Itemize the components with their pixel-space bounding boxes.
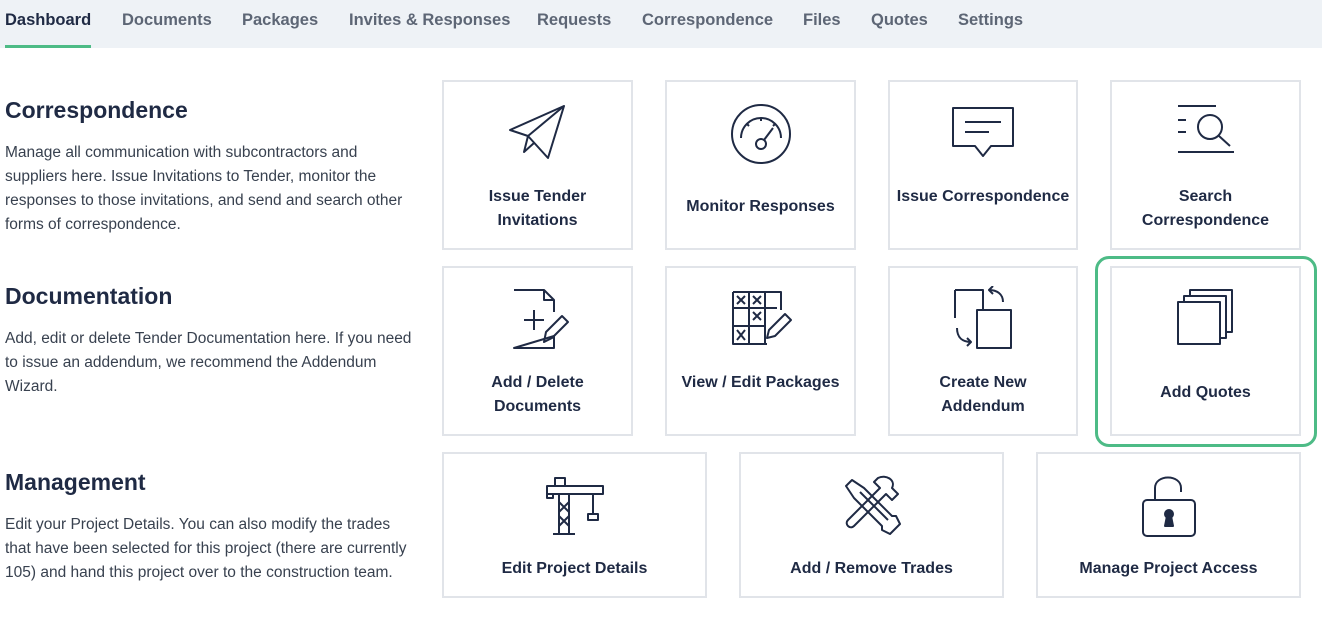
add-delete-documents-card[interactable]: Add / Delete Documents: [442, 266, 633, 436]
card-label: Add / Remove Trades: [790, 560, 953, 577]
card-label: Create New Addendum: [939, 374, 1027, 415]
correspondence-heading: Correspondence: [5, 97, 188, 123]
tab-files[interactable]: Files: [803, 0, 841, 48]
card-label: Issue Correspondence: [896, 188, 1070, 205]
search-correspondence-card[interactable]: Search Correspondence: [1110, 80, 1301, 250]
tab-packages[interactable]: Packages: [242, 0, 318, 48]
message-icon: [952, 107, 1014, 157]
document-edit-icon: [512, 289, 569, 349]
tab-dashboard[interactable]: Dashboard: [5, 0, 92, 48]
view-edit-packages-card[interactable]: View / Edit Packages: [665, 266, 856, 436]
tab-documents[interactable]: Documents: [122, 0, 212, 48]
card-label: Add Quotes: [1160, 384, 1251, 401]
issue-correspondence-card[interactable]: Issue Correspondence: [888, 80, 1078, 250]
documentation-description: Add, edit or delete Tender Documentation…: [5, 330, 412, 395]
tab-requests[interactable]: Requests: [537, 0, 611, 48]
monitor-responses-card[interactable]: Monitor Responses: [665, 80, 856, 250]
copy-arrows-icon: [954, 286, 1012, 349]
management-heading: Management: [5, 469, 146, 495]
crane-icon: [545, 477, 604, 535]
add-quotes-card[interactable]: Add Quotes: [1110, 266, 1301, 436]
issue-tender-invitations-card[interactable]: Issue Tender Invitations: [442, 80, 633, 250]
card-label: Issue Tender Invitations: [488, 188, 587, 229]
correspondence-description: Manage all communication with subcontrac…: [5, 144, 403, 233]
create-new-addendum-card[interactable]: Create New Addendum: [888, 266, 1078, 436]
list-search-icon: [1177, 105, 1234, 153]
stacked-pages-icon: [1176, 289, 1233, 345]
management-description: Edit your Project Details. You can also …: [5, 516, 407, 581]
manage-project-access-card[interactable]: Manage Project Access: [1036, 452, 1301, 598]
card-label: Search Correspondence: [1141, 188, 1270, 229]
tab-bar: Dashboard Documents Packages Invites & R…: [0, 0, 1322, 48]
gauge-icon: [730, 104, 791, 164]
paper-plane-icon: [508, 105, 565, 159]
add-remove-trades-card[interactable]: Add / Remove Trades: [739, 452, 1004, 598]
tab-quotes[interactable]: Quotes: [871, 0, 928, 48]
tab-settings[interactable]: Settings: [958, 0, 1023, 48]
tools-icon: [844, 475, 901, 535]
padlock-icon: [1141, 476, 1196, 537]
card-label: View / Edit Packages: [681, 374, 840, 391]
tab-invites-responses[interactable]: Invites & Responses: [349, 0, 510, 48]
card-label: Manage Project Access: [1079, 560, 1258, 577]
card-label: Edit Project Details: [501, 560, 648, 577]
card-label: Add / Delete Documents: [491, 374, 584, 415]
card-label: Monitor Responses: [686, 198, 835, 215]
tab-correspondence[interactable]: Correspondence: [642, 0, 773, 48]
grid-edit-icon: [731, 291, 792, 345]
edit-project-details-card[interactable]: Edit Project Details: [442, 452, 707, 598]
documentation-heading: Documentation: [5, 283, 173, 309]
